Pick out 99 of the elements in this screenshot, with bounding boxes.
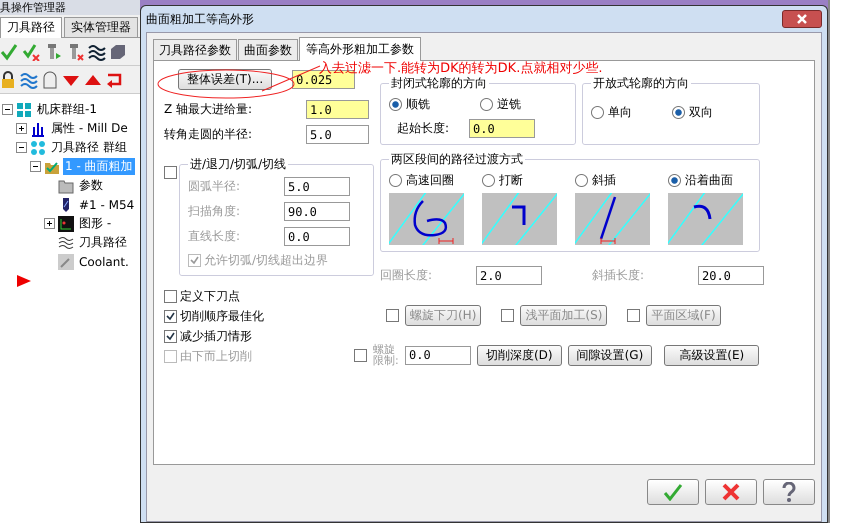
lock-icon[interactable] — [0, 71, 16, 89]
field-label: 转角走圆的半径: — [164, 126, 254, 143]
settings-button[interactable]: 切削深度(D) — [477, 344, 562, 366]
manager-tab[interactable]: 实体管理器 — [64, 17, 138, 37]
input-field[interactable]: 5.0 — [306, 125, 369, 144]
field-label: Z 轴最大进给量: — [164, 101, 254, 118]
input-field[interactable]: 0.0 — [405, 346, 471, 364]
expand-toggle[interactable] — [30, 161, 41, 172]
input-field[interactable]: 20.0 — [698, 266, 764, 285]
checkbox[interactable] — [188, 254, 201, 267]
help-icon — [782, 482, 796, 502]
geometry-icon — [58, 216, 74, 232]
settings-button[interactable]: 间隙设置(G) — [568, 344, 652, 366]
field-label: 直线长度: — [188, 228, 242, 245]
tab[interactable]: 曲面参数 — [238, 39, 298, 61]
tab[interactable]: 刀具路径参数 — [153, 39, 237, 61]
settings-button[interactable]: 高级设置(E) — [664, 344, 760, 366]
tab[interactable]: 等高外形粗加工参数 — [299, 37, 421, 61]
field-label: 圆弧半径: — [188, 178, 242, 195]
cancel-button[interactable] — [705, 479, 757, 505]
panel-title: 具操作管理器 — [0, 0, 140, 15]
group-title: 封闭式轮廓的方向 — [390, 75, 488, 92]
input-field[interactable]: 90.0 — [284, 202, 350, 221]
expand-toggle[interactable] — [44, 218, 55, 229]
radio-button[interactable] — [668, 174, 681, 187]
tree-item[interactable]: 机床群组-1 — [35, 101, 99, 118]
close-button[interactable] — [782, 10, 822, 28]
radio-button[interactable] — [389, 174, 402, 187]
input-field[interactable]: 5.0 — [284, 177, 350, 196]
checkbox-label: 允许切弧/切线超出边界 — [204, 252, 328, 269]
radio-label: 高速回圈 — [406, 172, 454, 189]
input-field[interactable]: 1.0 — [306, 100, 369, 119]
help-button[interactable] — [763, 479, 815, 505]
expand-toggle[interactable] — [16, 123, 27, 134]
checkbox[interactable] — [627, 309, 640, 322]
group-title: 开放式轮廓的方向 — [592, 75, 690, 92]
tree-item[interactable]: 图形 - — [77, 215, 114, 232]
checkbox[interactable] — [164, 330, 177, 343]
dots-icon — [30, 140, 46, 156]
check-cross-icon[interactable] — [22, 43, 40, 61]
checkbox[interactable] — [354, 348, 367, 362]
ok-button[interactable] — [647, 479, 699, 505]
window-title: 曲面粗加工等高外形 — [146, 10, 254, 28]
field-label: 起始长度: — [397, 120, 450, 137]
waves-icon — [58, 234, 74, 250]
radio-label: 打断 — [499, 172, 523, 189]
group-title: 两区段间的路径过渡方式 — [390, 151, 524, 168]
radio-label: 双向 — [689, 104, 713, 121]
checkbox-label: 定义下刀点 — [180, 288, 240, 305]
tree-item[interactable]: 刀具路径 群组 — [49, 139, 129, 156]
nozzle-icon — [58, 254, 74, 270]
field-label: 扫描角度: — [188, 203, 242, 220]
checkbox-label: 切削顺序最佳化 — [180, 308, 264, 325]
radio-button[interactable] — [389, 98, 402, 111]
input-field[interactable]: 2.0 — [476, 266, 542, 285]
checkbox[interactable] — [386, 309, 399, 322]
tree-item[interactable]: 刀具路径 — [77, 234, 129, 251]
radio-label: 逆铣 — [497, 96, 521, 113]
folder-icon — [58, 178, 74, 194]
radio-button[interactable] — [482, 174, 495, 187]
bars-icon — [30, 120, 46, 136]
radio-label: 顺铣 — [406, 96, 430, 113]
field-label: 斜插长度: — [592, 267, 646, 284]
radio-label: 斜插 — [592, 172, 616, 189]
tree-item[interactable]: 参数 — [77, 177, 105, 194]
checkbox[interactable] — [501, 309, 514, 322]
tree-item[interactable]: Coolant. — [77, 254, 131, 268]
close-icon — [797, 14, 807, 24]
input-field[interactable]: 0.0 — [284, 227, 350, 246]
radio-button[interactable] — [591, 106, 604, 119]
expand-toggle[interactable] — [16, 142, 27, 153]
checkbox-label: 由下而上切削 — [180, 348, 252, 365]
cube-icon[interactable] — [110, 43, 126, 61]
radio-button[interactable] — [480, 98, 493, 111]
insert-arrow-icon — [16, 274, 32, 288]
check-icon — [663, 483, 683, 501]
checkbox[interactable] — [164, 166, 177, 179]
checkbox[interactable] — [164, 290, 177, 303]
radio-button[interactable] — [575, 174, 588, 187]
radio-label: 沿着曲面 — [685, 172, 733, 189]
waves-icon[interactable] — [88, 43, 106, 61]
input-field[interactable]: 0.0 — [469, 119, 536, 138]
expand-toggle[interactable] — [2, 104, 13, 115]
return-arrow-icon[interactable] — [106, 71, 122, 89]
group-title: 进/退刀/切弧/切线 — [189, 156, 288, 173]
tree-item[interactable]: #1 - M54 — [77, 198, 136, 212]
checkbox[interactable] — [164, 310, 177, 323]
radio-button[interactable] — [672, 106, 685, 119]
tree-item[interactable]: 属性 - Mill De — [49, 120, 130, 137]
ghost-icon[interactable] — [42, 71, 58, 89]
checkbox-label: 减少插刀情形 — [180, 328, 252, 345]
close-icon — [722, 483, 740, 501]
check-icon[interactable] — [0, 43, 18, 61]
manager-tab[interactable]: 刀具路径 — [0, 17, 62, 38]
field-label: 回圈长度: — [380, 267, 434, 284]
grid-icon — [16, 102, 32, 118]
field-label: 螺旋限制: — [373, 344, 399, 366]
tolerance-button[interactable]: 整体误差(T)... — [178, 69, 272, 90]
radio-label: 单向 — [608, 104, 632, 121]
